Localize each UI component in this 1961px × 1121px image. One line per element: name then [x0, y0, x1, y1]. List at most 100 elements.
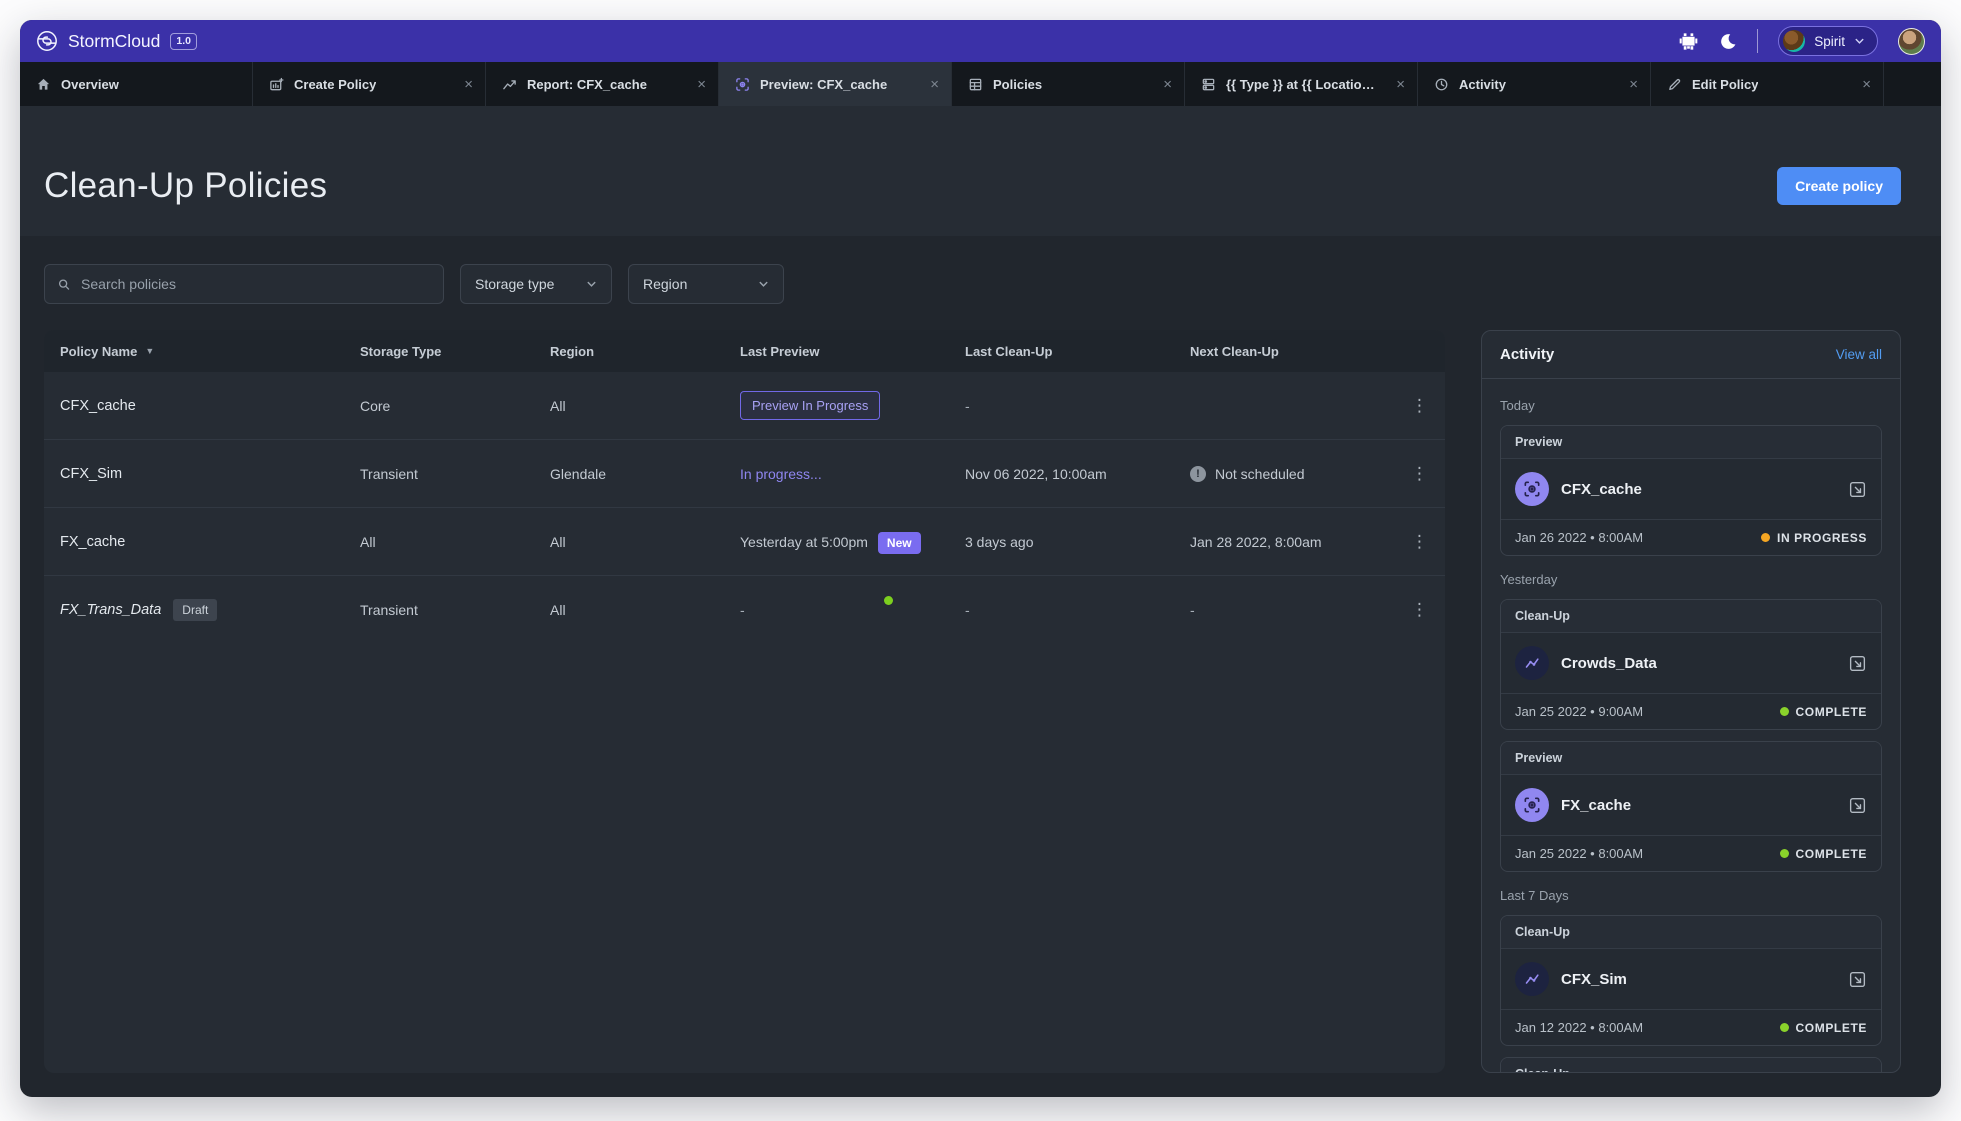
activity-card-footer: Jan 25 2022 • 8:00AMCOMPLETE — [1501, 835, 1881, 871]
close-tab-icon[interactable]: × — [691, 76, 706, 93]
tab-create-policy[interactable]: Create Policy× — [253, 62, 486, 106]
status-badge: IN PROGRESS — [1761, 531, 1867, 545]
close-tab-icon[interactable]: × — [1856, 76, 1871, 93]
close-tab-icon[interactable]: × — [458, 76, 473, 93]
status-badge: COMPLETE — [1780, 847, 1867, 861]
activity-card-fx-cache[interactable]: PreviewFX_cacheJan 25 2022 • 8:00AMCOMPL… — [1500, 741, 1882, 872]
create-policy-button[interactable]: Create policy — [1777, 167, 1901, 205]
table-row-fx-cache[interactable]: FX_cacheAllAllYesterday at 5:00pmNew3 da… — [44, 508, 1445, 576]
column-header-last-preview[interactable]: Last Preview — [740, 344, 965, 359]
last-preview-cell: Preview In Progress — [740, 391, 965, 420]
tab-preview-cfx-cache[interactable]: Preview: CFX_cache× — [719, 62, 952, 106]
user-avatar[interactable] — [1898, 28, 1925, 55]
last-cleanup-cell: - — [965, 398, 1190, 414]
row-actions-kebab-icon[interactable]: ⋮ — [1389, 464, 1429, 484]
environment-menu[interactable]: Spirit — [1778, 26, 1878, 56]
activity-card-cfx-sim[interactable]: Clean-UpCFX_SimJan 12 2022 • 8:00AMCOMPL… — [1500, 915, 1882, 1046]
activity-section-label: Yesterday — [1500, 572, 1882, 587]
app-name: StormCloud — [68, 31, 160, 52]
preview-in-progress-button[interactable]: Preview In Progress — [740, 391, 880, 420]
activity-card-footer: Jan 26 2022 • 8:00AMIN PROGRESS — [1501, 519, 1881, 555]
activity-card-cfx-data[interactable]: Clean-UpCFX_data — [1500, 1057, 1882, 1072]
content-area: Storage type Region Policy Name▼Storage … — [20, 236, 1941, 1097]
status-dot-icon — [1780, 1023, 1789, 1032]
open-report-icon[interactable] — [1848, 796, 1867, 815]
activity-card-footer: Jan 12 2022 • 8:00AMCOMPLETE — [1501, 1009, 1881, 1045]
region-dropdown[interactable]: Region — [628, 264, 784, 304]
column-header-last-clean-up[interactable]: Last Clean-Up — [965, 344, 1190, 359]
close-tab-icon[interactable]: × — [1623, 76, 1638, 93]
storage-type-cell: All — [360, 534, 550, 550]
status-dot-icon — [1780, 849, 1789, 858]
activity-card-footer: Jan 25 2022 • 9:00AMCOMPLETE — [1501, 693, 1881, 729]
activity-policy-name: Crowds_Data — [1561, 655, 1657, 672]
tab-edit-policy[interactable]: Edit Policy × — [1651, 62, 1884, 106]
table-row-fx-trans-data[interactable]: FX_Trans_DataDraftTransientAll---⋮ — [44, 576, 1445, 644]
column-header-region[interactable]: Region — [550, 344, 740, 359]
topbar: StormCloud 1.0 — [20, 20, 1941, 62]
activity-title: Activity — [1500, 346, 1554, 363]
search-input[interactable] — [81, 276, 431, 292]
activity-section-label: Today — [1500, 398, 1882, 413]
activity-type-label: Clean-Up — [1501, 916, 1881, 949]
row-actions-kebab-icon[interactable]: ⋮ — [1389, 532, 1429, 552]
tab-activity[interactable]: Activity × — [1418, 62, 1651, 106]
preview-icon — [735, 77, 750, 92]
tab-label: Activity — [1459, 77, 1506, 92]
topbar-divider — [1757, 29, 1758, 53]
activity-card-main: CFX_cache — [1501, 459, 1881, 519]
storage-type-dropdown[interactable]: Storage type — [460, 264, 612, 304]
close-tab-icon[interactable]: × — [1157, 76, 1172, 93]
row-actions-kebab-icon[interactable]: ⋮ — [1389, 396, 1429, 416]
tab-type-at-location[interactable]: {{ Type }} at {{ Location }}× — [1185, 62, 1418, 106]
open-report-icon[interactable] — [1848, 480, 1867, 499]
tab-label: Overview — [61, 77, 119, 92]
tab-overview[interactable]: Overview — [20, 62, 253, 106]
tab-policies[interactable]: Policies× — [952, 62, 1185, 106]
tab-label: Edit Policy — [1692, 77, 1758, 92]
status-badge: COMPLETE — [1780, 705, 1867, 719]
row-actions-kebab-icon[interactable]: ⋮ — [1389, 600, 1429, 620]
column-header-policy-name[interactable]: Policy Name▼ — [60, 344, 360, 359]
dark-mode-moon-icon[interactable] — [1718, 32, 1737, 51]
tab-bar: Overview Create Policy×Report: CFX_cache×… — [20, 62, 1941, 106]
last-preview-value: - — [740, 602, 745, 618]
close-tab-icon[interactable]: × — [1390, 76, 1405, 93]
table-row-cfx-cache[interactable]: CFX_cacheCoreAllPreview In Progress-⋮ — [44, 372, 1445, 440]
chevron-down-icon — [1854, 37, 1865, 45]
pencil-icon — [1667, 77, 1682, 92]
open-report-icon[interactable] — [1848, 970, 1867, 989]
activity-header: Activity View all — [1482, 331, 1900, 379]
view-all-link[interactable]: View all — [1836, 347, 1882, 362]
activity-card-crowds-data[interactable]: Clean-UpCrowds_DataJan 25 2022 • 9:00AMC… — [1500, 599, 1882, 730]
last-cleanup-cell: 3 days ago — [965, 534, 1190, 550]
desktop-background: StormCloud 1.0 — [0, 0, 1961, 1121]
last-preview-cell: - — [740, 602, 965, 618]
bug-icon[interactable] — [1679, 32, 1698, 51]
activity-date: Jan 12 2022 • 8:00AM — [1515, 1020, 1643, 1035]
chevron-down-icon — [758, 280, 769, 288]
policy-name-cell: FX_cache — [60, 534, 360, 550]
tab-report-cfx-cache[interactable]: Report: CFX_cache× — [486, 62, 719, 106]
table-header-row: Policy Name▼Storage TypeRegionLast Previ… — [44, 330, 1445, 372]
close-tab-icon[interactable]: × — [924, 76, 939, 93]
trend-circle-icon — [1515, 962, 1549, 996]
table-row-cfx-sim[interactable]: CFX_SimTransientGlendaleIn progress...No… — [44, 440, 1445, 508]
clock-icon — [1434, 77, 1449, 92]
preview-progress-link[interactable]: In progress... — [740, 466, 822, 482]
chart-add-icon — [269, 77, 284, 92]
column-header-next-clean-up[interactable]: Next Clean-Up — [1190, 344, 1389, 359]
trend-icon — [502, 77, 517, 92]
column-header-storage-type[interactable]: Storage Type — [360, 344, 550, 359]
chevron-down-icon — [586, 280, 597, 288]
region-cell: All — [550, 534, 740, 550]
region-cell: All — [550, 602, 740, 618]
activity-panel: Activity View all TodayPreviewCFX_cacheJ… — [1481, 330, 1901, 1073]
activity-type-label: Preview — [1501, 742, 1881, 775]
activity-card-main: CFX_Sim — [1501, 949, 1881, 1009]
policy-name-cell: CFX_cache — [60, 398, 360, 414]
next-cleanup-value: - — [1190, 602, 1195, 618]
open-report-icon[interactable] — [1848, 654, 1867, 673]
activity-card-cfx-cache[interactable]: PreviewCFX_cacheJan 26 2022 • 8:00AMIN P… — [1500, 425, 1882, 556]
home-icon — [36, 77, 51, 92]
